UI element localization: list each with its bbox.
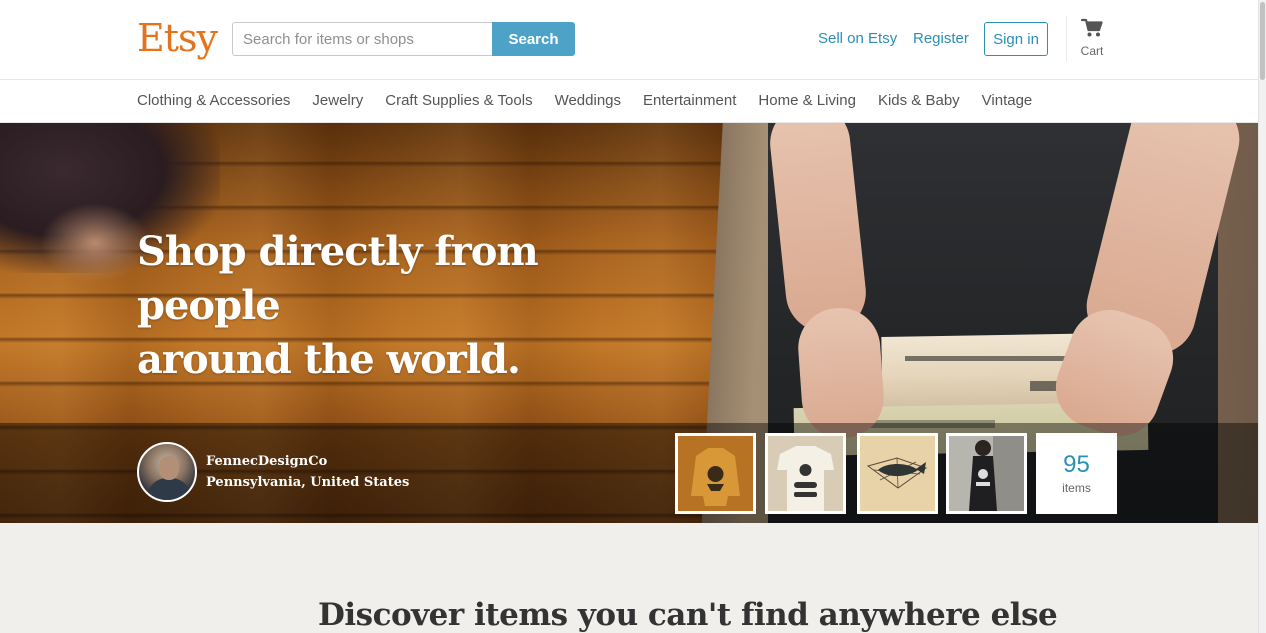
shop-item-thumbnail[interactable] (765, 433, 846, 514)
page-scrollbar[interactable] (1258, 0, 1266, 633)
hero-background-hand (40, 203, 150, 283)
shop-avatar[interactable] (137, 442, 197, 502)
category-clothing-accessories[interactable]: Clothing & Accessories (137, 92, 290, 110)
shop-item-thumbnail[interactable] (675, 433, 756, 514)
avatar-face (159, 456, 179, 480)
item-count-label: items (1062, 481, 1091, 495)
featured-shop-bar: FennecDesignCo Pennsylvania, United Stat… (0, 423, 1258, 523)
header-divider (1066, 16, 1067, 62)
shop-item-thumbnail[interactable] (857, 433, 938, 514)
orange-sweater-image (678, 436, 753, 511)
search-bar: Search (232, 22, 575, 56)
category-entertainment[interactable]: Entertainment (643, 92, 736, 110)
shop-name[interactable]: FennecDesignCo (206, 454, 327, 469)
cart-label: Cart (1080, 44, 1104, 58)
whale-print-image (860, 436, 935, 511)
search-input[interactable] (232, 22, 492, 56)
cart-icon (1074, 18, 1110, 38)
search-button[interactable]: Search (492, 22, 575, 56)
white-tee-image (768, 436, 843, 511)
hero-headline: Shop directly from people around the wor… (137, 225, 657, 387)
hero-headline-line2: around the world. (137, 336, 521, 383)
shop-item-thumbnail[interactable] (946, 433, 1027, 514)
category-nav: Clothing & Accessories Jewelry Craft Sup… (0, 80, 1258, 123)
register-link[interactable]: Register (913, 30, 969, 48)
sign-in-button[interactable]: Sign in (984, 22, 1048, 56)
category-weddings[interactable]: Weddings (555, 92, 621, 110)
category-home-living[interactable]: Home & Living (758, 92, 856, 110)
shop-location: Pennsylvania, United States (206, 475, 410, 490)
shop-item-count[interactable]: 95 items (1036, 433, 1117, 514)
cart-button[interactable]: Cart (1074, 18, 1110, 64)
category-vintage[interactable]: Vintage (982, 92, 1033, 110)
category-jewelry[interactable]: Jewelry (312, 92, 363, 110)
discover-heading: Discover items you can't find anywhere e… (318, 597, 1058, 633)
scrollbar-thumb[interactable] (1260, 2, 1265, 80)
hero-banner: Shop directly from people around the wor… (0, 123, 1258, 523)
discover-section: Discover items you can't find anywhere e… (0, 523, 1258, 633)
site-header: Etsy Search Sell on Etsy Register Sign i… (0, 0, 1258, 80)
etsy-logo[interactable]: Etsy (137, 16, 218, 60)
hero-left-hand (795, 305, 887, 441)
sell-on-etsy-link[interactable]: Sell on Etsy (818, 30, 897, 48)
category-craft-supplies-tools[interactable]: Craft Supplies & Tools (385, 92, 532, 110)
category-kids-baby[interactable]: Kids & Baby (878, 92, 960, 110)
avatar-body (147, 478, 191, 500)
hero-headline-line1: Shop directly from people (137, 228, 539, 329)
ink-streak (905, 356, 1075, 361)
black-tank-image (949, 436, 1024, 511)
item-count-number: 95 (1063, 451, 1090, 478)
